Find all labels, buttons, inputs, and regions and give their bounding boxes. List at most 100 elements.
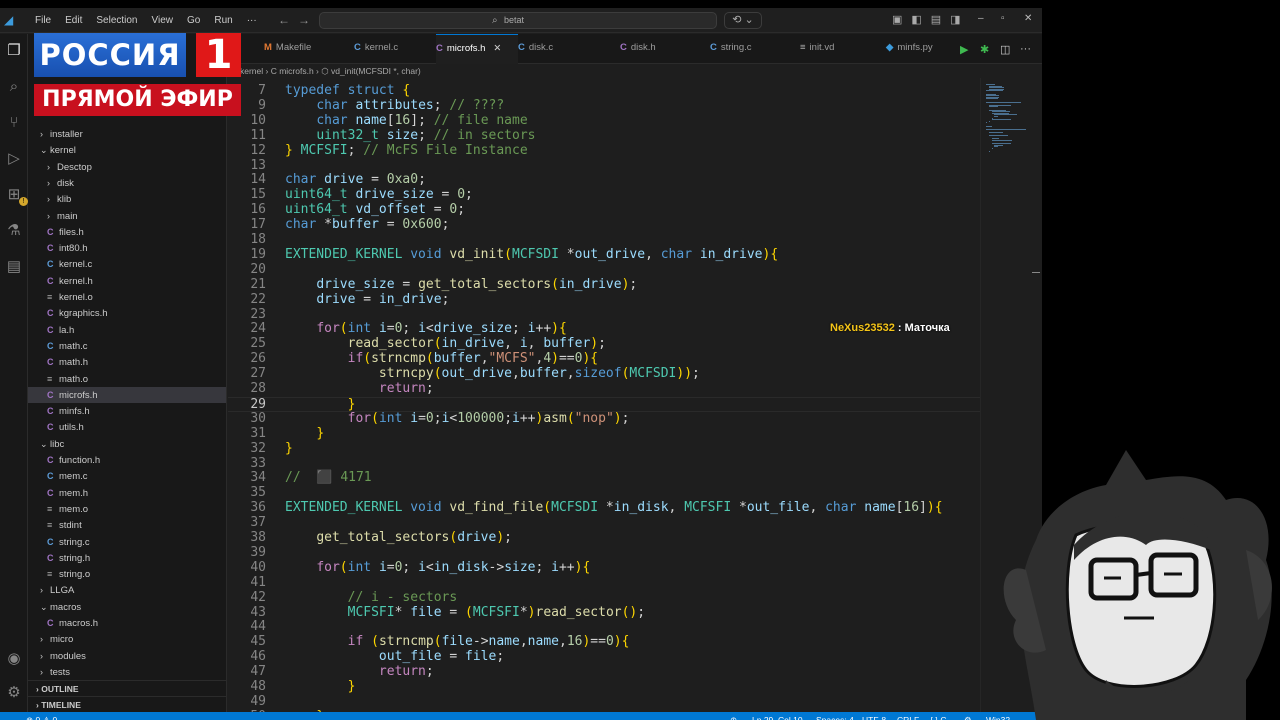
- tree-file[interactable]: Cutils.h: [28, 419, 226, 435]
- problems-indicator[interactable]: ⊗ 0 ⚠ 0: [26, 712, 57, 720]
- account-icon[interactable]: ◉: [5, 650, 23, 668]
- tab-disk-c[interactable]: Cdisk.c: [518, 34, 553, 64]
- tab-makefile[interactable]: M Makefile: [264, 34, 311, 64]
- code-line[interactable]: 15 uint64_t drive_size = 0;: [228, 187, 980, 203]
- more-actions-icon[interactable]: ···: [1020, 43, 1031, 55]
- outline-section[interactable]: › OUTLINE: [28, 680, 226, 696]
- tree-folder[interactable]: › tests: [28, 664, 226, 680]
- tree-file[interactable]: Ckernel.h: [28, 273, 226, 289]
- code-line[interactable]: 34 // ⬛ 4171: [228, 470, 980, 486]
- menu-item[interactable]: Selection: [89, 15, 144, 26]
- source-control-icon[interactable]: ⑂: [5, 114, 23, 132]
- tree-file[interactable]: ≡ stdint: [28, 517, 226, 533]
- tab-disk-h[interactable]: Cdisk.h: [620, 34, 656, 64]
- code-line[interactable]: 45 if (strncmp(file->name,name,16)==0){: [228, 634, 980, 650]
- tree-file[interactable]: ≡ kernel.o: [28, 289, 226, 305]
- code-line[interactable]: 43 MCFSFI* file = (MCFSFI*)read_sector()…: [228, 605, 980, 621]
- cursor-position[interactable]: Ln 29, Col 10: [752, 712, 803, 720]
- menu-item[interactable]: Edit: [58, 15, 89, 26]
- tree-file[interactable]: Cmacros.h: [28, 615, 226, 631]
- indent-setting[interactable]: Spaces: 4: [816, 712, 854, 720]
- tab-string-c[interactable]: Cstring.c: [710, 34, 752, 64]
- tree-folder[interactable]: › LLGA: [28, 582, 226, 598]
- tree-file[interactable]: Cminfs.h: [28, 403, 226, 419]
- code-line[interactable]: 28 return;: [228, 381, 980, 397]
- code-line[interactable]: 25 read_sector(in_drive, i, buffer);: [228, 336, 980, 352]
- code-line[interactable]: 40 for(int i=0; i<in_disk->size; i++){: [228, 560, 980, 576]
- close-window-button[interactable]: ✕: [1024, 13, 1032, 24]
- close-tab-icon[interactable]: ✕: [493, 43, 501, 54]
- tree-file[interactable]: Cmem.h: [28, 485, 226, 501]
- code-line[interactable]: 38 get_total_sectors(drive);: [228, 530, 980, 546]
- code-line[interactable]: 39: [228, 545, 980, 561]
- code-line[interactable]: 31 }: [228, 426, 980, 442]
- remote-explorer-icon[interactable]: ▤: [5, 258, 23, 276]
- tree-file[interactable]: Cmem.c: [28, 468, 226, 484]
- menu-item[interactable]: ···: [240, 15, 264, 26]
- command-center-search[interactable]: ⌕ betat: [319, 12, 717, 29]
- language-mode[interactable]: { } C: [930, 712, 947, 720]
- code-line[interactable]: 17 char *buffer = 0x600;: [228, 217, 980, 233]
- code-line[interactable]: 42 // i - sectors: [228, 590, 980, 606]
- tree-file[interactable]: Cmicrofs.h: [28, 386, 226, 403]
- run-debug-icon[interactable]: ▷: [5, 150, 23, 168]
- eol-setting[interactable]: CRLF: [897, 712, 919, 720]
- code-line[interactable]: 10 char name[16]; // file name: [228, 113, 980, 129]
- layout-controls-icon[interactable]: ▣◧▤◨: [892, 13, 970, 26]
- tree-file[interactable]: Cint80.h: [28, 240, 226, 256]
- code-line[interactable]: 16 uint64_t vd_offset = 0;: [228, 202, 980, 218]
- tree-file[interactable]: Cla.h: [28, 322, 226, 338]
- code-line[interactable]: 12} MCFSFI; // McFS File Instance: [228, 143, 980, 159]
- timeline-section[interactable]: › TIMELINE: [28, 696, 226, 712]
- code-line[interactable]: 22 drive = in_drive;: [228, 292, 980, 308]
- code-line[interactable]: 35: [228, 485, 980, 501]
- tree-folder[interactable]: ⌄ macros: [28, 599, 226, 615]
- tree-file[interactable]: Cstring.c: [28, 534, 226, 550]
- tree-folder[interactable]: › main: [28, 208, 226, 224]
- menu-item[interactable]: Run: [207, 15, 239, 26]
- tree-file[interactable]: ≡ string.o: [28, 566, 226, 582]
- debug-icon[interactable]: ✱: [980, 43, 989, 56]
- code-line[interactable]: 11 uint32_t size; // in sectors: [228, 128, 980, 144]
- tree-folder[interactable]: › micro: [28, 631, 226, 647]
- tree-file[interactable]: ≡ math.o: [28, 371, 226, 387]
- code-line[interactable]: 36 EXTENDED_KERNEL void vd_find_file(MCFS…: [228, 500, 980, 516]
- code-line[interactable]: 30 for(int i=0;i<100000;i++)asm("nop");: [228, 411, 980, 427]
- code-line[interactable]: 29 }: [228, 396, 980, 412]
- tree-folder[interactable]: › installer: [28, 126, 226, 142]
- code-line[interactable]: 26 if(strncmp(buffer,"MCFS",4)==0){: [228, 351, 980, 367]
- tab-microfs-h[interactable]: Cmicrofs.h ✕: [436, 34, 518, 64]
- code-line[interactable]: 47 return;: [228, 664, 980, 680]
- code-line[interactable]: 44: [228, 619, 980, 635]
- menu-item[interactable]: Go: [180, 15, 207, 26]
- tree-file[interactable]: Cmath.c: [28, 338, 226, 354]
- code-line[interactable]: 18: [228, 232, 980, 248]
- tab-init-vd[interactable]: ≡ init.vd: [800, 34, 834, 64]
- tree-folder[interactable]: › klib: [28, 191, 226, 207]
- code-line[interactable]: 20: [228, 262, 980, 278]
- split-editor-icon[interactable]: ◫: [1000, 43, 1010, 56]
- breadcrumb[interactable]: kernel › C microfs.h › ⬡ vd_init(MCFSDI …: [228, 64, 1042, 78]
- code-line[interactable]: 32}: [228, 441, 980, 457]
- testing-icon[interactable]: ⚗: [5, 222, 23, 240]
- search-icon[interactable]: ⌕: [5, 78, 23, 96]
- tree-folder[interactable]: › disk: [28, 175, 226, 191]
- tree-folder[interactable]: ⌄ kernel: [28, 142, 226, 158]
- code-line[interactable]: 49: [228, 694, 980, 710]
- code-line[interactable]: 48 }: [228, 679, 980, 695]
- tree-file[interactable]: Cfiles.h: [28, 224, 226, 240]
- code-line[interactable]: 9 char attributes; // ????: [228, 98, 980, 114]
- menu-item[interactable]: File: [28, 15, 58, 26]
- code-line[interactable]: 7 typedef struct {: [228, 83, 980, 99]
- tree-folder[interactable]: › modules: [28, 648, 226, 664]
- copilot-button[interactable]: ⟲ ⌄: [724, 12, 762, 29]
- format-icon[interactable]: ⚙: [964, 712, 972, 720]
- tree-file[interactable]: Ckernel.c: [28, 256, 226, 272]
- extensions-icon[interactable]: ⊞!: [5, 186, 28, 206]
- settings-gear-icon[interactable]: ⚙: [5, 684, 23, 702]
- code-line[interactable]: 27 strncpy(out_drive,buffer,sizeof(MCFSD…: [228, 366, 980, 382]
- menu-item[interactable]: View: [145, 15, 181, 26]
- tree-file[interactable]: ≡ mem.o: [28, 501, 226, 517]
- code-line[interactable]: 41: [228, 575, 980, 591]
- tab-minfs-py[interactable]: ◆ minfs.py: [886, 34, 933, 64]
